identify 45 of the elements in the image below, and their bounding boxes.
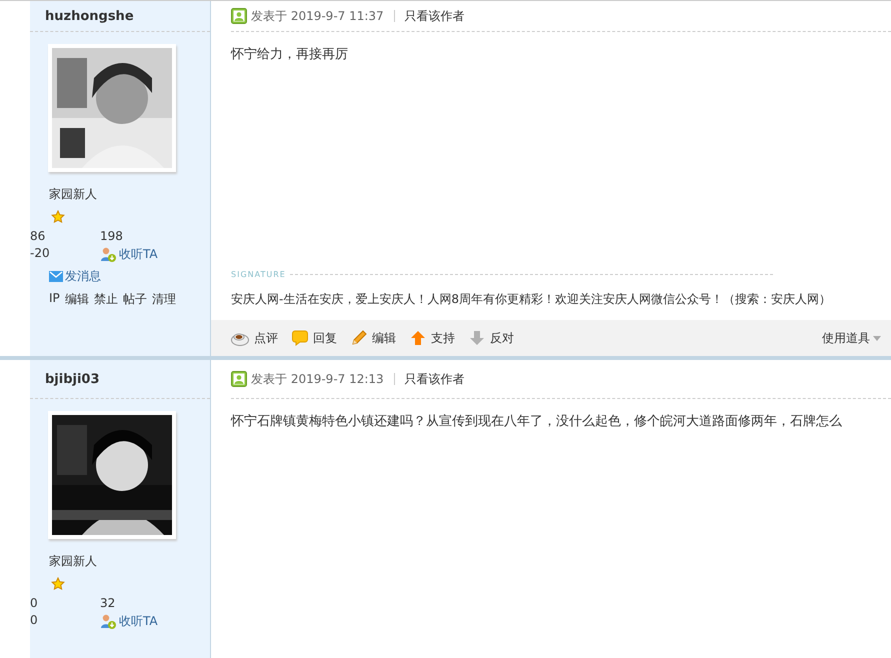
speech-bubble-icon [292, 330, 308, 346]
admin-link[interactable]: 清理 [152, 291, 176, 308]
rank-star-icon [51, 210, 65, 224]
user-rank: 家园新人 [49, 553, 98, 570]
author-name[interactable]: huzhongshe [45, 8, 134, 24]
action-link[interactable]: 编辑 [351, 330, 396, 346]
follow-link[interactable]: 收听TA [100, 613, 210, 630]
admin-link[interactable]: IP [49, 291, 60, 308]
rank-star-icon [51, 577, 65, 591]
signature-text: 安庆人网-生活在安庆，爱上安庆人！人网8周年有你更精彩！欢迎关注安庆人网微信公众号！（搜索：安庆人网） [231, 292, 831, 306]
message-link[interactable]: 发消息 [49, 268, 101, 285]
author-only-link[interactable]: 只看该作者 [394, 373, 465, 385]
stat-value: 198 [100, 229, 124, 243]
user-plus-icon [100, 614, 117, 630]
stat-value: -20 [30, 246, 51, 262]
author-name[interactable]: bjibji03 [45, 372, 100, 386]
envelope-icon [49, 271, 63, 282]
stat-value: 0 [30, 613, 39, 629]
stat-value: 0 [30, 596, 39, 610]
pencil-icon [351, 330, 367, 346]
admin-link[interactable]: 编辑 [64, 291, 89, 308]
post-time: 发表于 2019-9-7 12:13 [251, 370, 384, 388]
action-link[interactable]: 支持 [410, 330, 455, 346]
post-text: 怀宁石牌镇黄梅特色小镇还建吗？从宣传到现在八年了，没什么起色，修个皖河大道路面修两年，石牌怎么 [231, 414, 842, 429]
author-only-link[interactable]: 只看该作者 [394, 10, 465, 22]
action-link[interactable]: 回复 [292, 330, 337, 346]
down-arrow-icon [469, 330, 485, 346]
admin-link[interactable]: 帖子 [122, 291, 147, 308]
stat-value: 32 [100, 596, 116, 610]
user-plus-icon [100, 246, 117, 262]
tools-menu[interactable]: 使用道具 [822, 330, 881, 346]
up-arrow-icon [410, 330, 426, 346]
post-text: 怀宁给力，再接再厉 [231, 47, 348, 62]
admin-link[interactable]: 禁止 [94, 291, 118, 308]
user-icon [231, 8, 247, 24]
signature-label: SIGNATURE [231, 270, 286, 279]
cup-icon [231, 330, 249, 346]
user-icon [231, 371, 247, 387]
user-rank: 家园新人 [49, 186, 98, 203]
stat-value: 86 [30, 229, 46, 243]
caret-icon [873, 336, 881, 340]
action-link[interactable]: 反对 [469, 330, 514, 346]
follow-link[interactable]: 收听TA [100, 246, 210, 263]
post-time: 发表于 2019-9-7 11:37 [251, 8, 384, 24]
action-link[interactable]: 点评 [231, 330, 278, 346]
